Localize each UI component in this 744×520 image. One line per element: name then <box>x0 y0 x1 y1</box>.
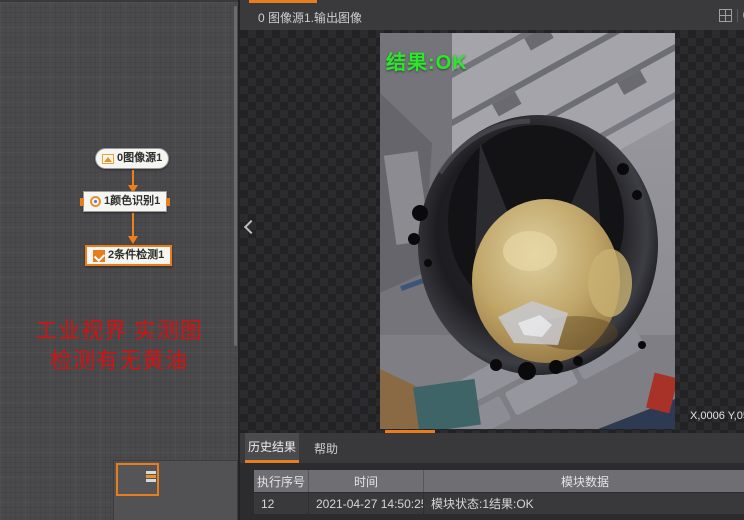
tab-history-results[interactable]: 历史结果 <box>245 433 299 463</box>
col-header-exec-index: 执行序号 <box>254 470 309 492</box>
watermark-annotation-line1: 工业视界 实测图 <box>0 316 238 346</box>
vision-app-window: 0图像源1 1颜色识别1 2条件检测1 工业视界 实测图 检测有无黄油 0 图像… <box>0 0 744 520</box>
cell-exec-index: 12 <box>254 493 309 514</box>
cursor-coordinates: X,0006 Y,050 <box>690 410 744 422</box>
cell-time: 2021-04-27 14:50:25:554 <box>309 493 424 514</box>
col-header-time: 时间 <box>309 470 424 492</box>
viewer-tab-bar: 0 图像源1.输出图像 <box>238 0 744 30</box>
flowchart-scrollbar[interactable] <box>234 6 237 346</box>
flow-node-condition-check[interactable]: 2条件检测1 <box>85 245 172 266</box>
tab-resize-corner-icon <box>336 17 341 22</box>
result-ok-overlay: 结果:OK <box>386 46 468 75</box>
flow-node-label: 0图像源1 <box>117 153 162 164</box>
flow-node-label: 1颜色识别1 <box>104 196 160 207</box>
flow-connector-arrow <box>132 213 134 237</box>
condition-check-icon <box>93 250 105 262</box>
tab-help[interactable]: 帮助 <box>304 433 348 463</box>
bottom-tab-bar: 历史结果 帮助 <box>240 433 744 463</box>
history-panel: 历史结果 帮助 执行序号 时间 模块数据 12 2021-04-27 14:50… <box>238 433 744 520</box>
table-header-row: 执行序号 时间 模块数据 <box>254 470 744 492</box>
inspection-photo <box>380 33 675 429</box>
image-source-icon <box>102 154 114 164</box>
flowchart-minimap <box>113 460 238 520</box>
history-results-table: 执行序号 时间 模块数据 12 2021-04-27 14:50:25:554 … <box>254 470 744 514</box>
collapse-left-icon[interactable] <box>244 220 258 234</box>
col-header-module-data: 模块数据 <box>424 470 744 492</box>
flow-node-color-recognition[interactable]: 1颜色识别1 <box>83 191 167 212</box>
grid-layout-icon[interactable] <box>719 9 732 22</box>
color-recognition-icon <box>90 196 101 207</box>
image-viewer[interactable]: 结果:OK X,0006 Y,050 <box>238 30 744 433</box>
watermark-annotation-line2: 检测有无黄油 <box>0 346 238 376</box>
toolbar-divider <box>737 9 738 22</box>
active-tab-indicator <box>249 0 317 3</box>
layers-icon <box>146 471 156 483</box>
viewer-tab-output-image[interactable]: 0 图像源1.输出图像 <box>258 9 362 26</box>
flowchart-canvas[interactable]: 0图像源1 1颜色识别1 2条件检测1 工业视界 实测图 检测有无黄油 <box>0 0 238 520</box>
minimap-viewport[interactable] <box>116 463 159 496</box>
table-row[interactable]: 12 2021-04-27 14:50:25:554 模块状态:1结果:OK <box>254 493 744 514</box>
flow-connector-arrow <box>132 170 134 186</box>
cell-module-data: 模块状态:1结果:OK <box>424 493 744 514</box>
flow-node-image-source[interactable]: 0图像源1 <box>95 148 169 169</box>
flow-node-label: 2条件检测1 <box>108 250 164 261</box>
